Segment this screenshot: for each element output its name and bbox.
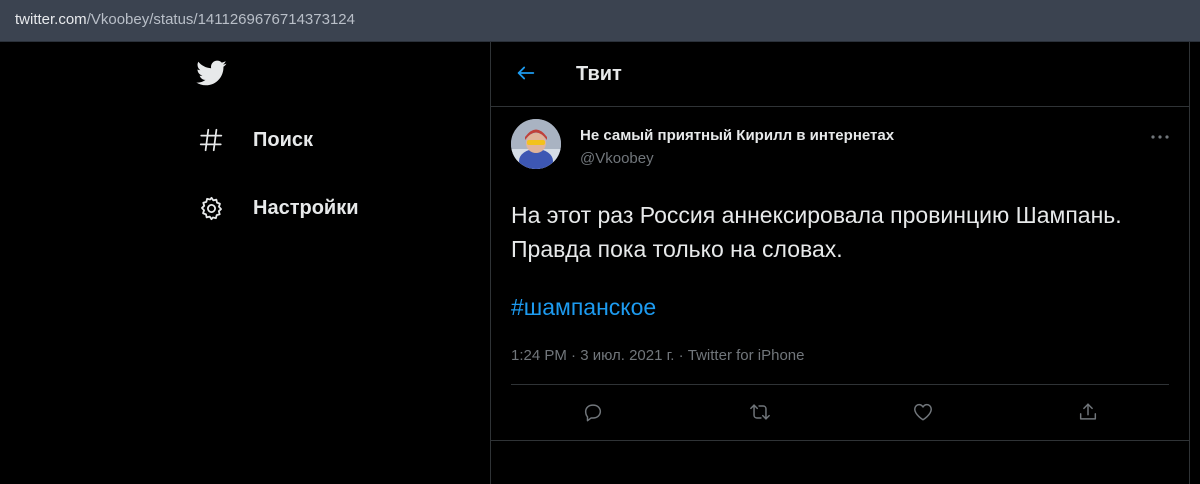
url-text[interactable]: twitter.com/Vkoobey/status/1411269676714… (15, 11, 355, 28)
retweet-button[interactable] (745, 399, 775, 429)
more-button[interactable] (1145, 126, 1175, 146)
more-dots-icon (1150, 127, 1170, 145)
reply-button[interactable] (578, 399, 608, 429)
gear-icon (196, 193, 226, 223)
tweet-timestamp[interactable]: 1:24 PM · 3 июл. 2021 г. · Twitter for i… (511, 347, 804, 364)
sidebar-item-search[interactable]: Поиск (196, 123, 313, 157)
author-handle[interactable]: @Vkoobey (580, 150, 654, 167)
divider (491, 440, 1189, 441)
browser-address-bar[interactable]: twitter.com/Vkoobey/status/1411269676714… (0, 0, 1200, 42)
page-title: Твит (576, 63, 622, 85)
retweet-icon (748, 401, 772, 428)
tweet-column: Твит Не самый приятный Кирилл в интернет… (490, 42, 1190, 484)
column-header: Твит (491, 42, 1189, 107)
sidebar-item-label: Поиск (253, 128, 314, 151)
divider (511, 384, 1169, 385)
like-button[interactable] (908, 399, 938, 429)
share-icon (1077, 401, 1099, 428)
hashtag-icon (196, 125, 226, 155)
author-name[interactable]: Не самый приятный Кирилл в интернетах (580, 127, 894, 144)
avatar[interactable] (511, 119, 561, 169)
twitter-bird-icon[interactable] (193, 57, 229, 89)
sidebar-item-settings[interactable]: Настройки (196, 191, 359, 225)
tweet-text: На этот раз Россия аннексировала провинц… (511, 202, 1122, 262)
reply-icon (582, 401, 604, 428)
hashtag-link[interactable]: #шампанское (511, 294, 656, 321)
share-button[interactable] (1073, 399, 1103, 429)
url-path: /Vkoobey/status/1411269676714373124 (86, 11, 355, 28)
heart-icon (912, 401, 934, 428)
arrow-left-icon (515, 62, 537, 89)
back-button[interactable] (511, 60, 541, 90)
sidebar-item-label: Настройки (253, 196, 359, 219)
url-host: twitter.com (15, 11, 87, 28)
twitter-app: Поиск Настройки Твит Не самый приятный К… (0, 42, 1200, 484)
